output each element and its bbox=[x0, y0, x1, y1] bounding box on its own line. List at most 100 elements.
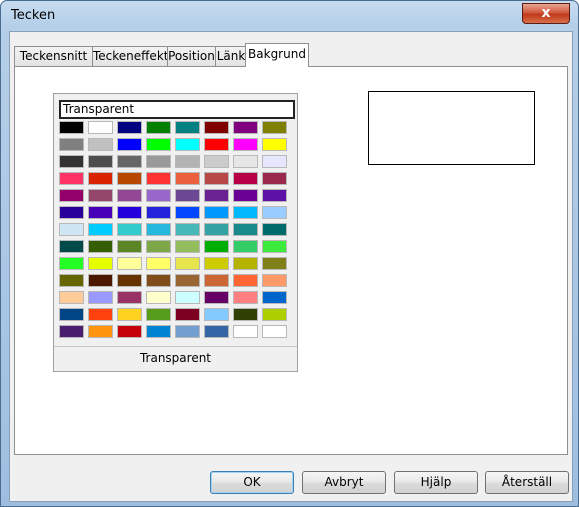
color-swatch[interactable] bbox=[233, 206, 258, 219]
color-swatch[interactable] bbox=[175, 138, 200, 151]
color-swatch[interactable] bbox=[262, 121, 287, 134]
tab-bakgrund[interactable]: Bakgrund bbox=[245, 43, 309, 67]
color-swatch[interactable] bbox=[59, 172, 84, 185]
color-swatch[interactable] bbox=[88, 240, 113, 253]
color-swatch[interactable] bbox=[204, 172, 229, 185]
tab-lank[interactable]: Länk bbox=[215, 46, 247, 66]
color-swatch[interactable] bbox=[262, 308, 287, 321]
reset-button[interactable]: Återställ bbox=[485, 471, 569, 494]
color-swatch[interactable] bbox=[59, 308, 84, 321]
color-swatch[interactable] bbox=[117, 325, 142, 338]
color-swatch[interactable] bbox=[175, 325, 200, 338]
color-swatch[interactable] bbox=[117, 308, 142, 321]
color-swatch[interactable] bbox=[88, 155, 113, 168]
color-swatch[interactable] bbox=[233, 172, 258, 185]
color-swatch[interactable] bbox=[146, 308, 171, 321]
color-swatch[interactable] bbox=[175, 172, 200, 185]
color-swatch[interactable] bbox=[146, 155, 171, 168]
color-swatch[interactable] bbox=[175, 223, 200, 236]
color-swatch[interactable] bbox=[117, 121, 142, 134]
color-swatch[interactable] bbox=[204, 189, 229, 202]
color-swatch[interactable] bbox=[233, 240, 258, 253]
color-swatch[interactable] bbox=[117, 172, 142, 185]
color-swatch[interactable] bbox=[59, 138, 84, 151]
color-swatch[interactable] bbox=[204, 121, 229, 134]
color-swatch[interactable] bbox=[175, 291, 200, 304]
color-swatch[interactable] bbox=[233, 291, 258, 304]
color-swatch[interactable] bbox=[88, 325, 113, 338]
color-swatch[interactable] bbox=[146, 172, 171, 185]
color-swatch[interactable] bbox=[233, 121, 258, 134]
color-swatch[interactable] bbox=[117, 223, 142, 236]
color-swatch[interactable] bbox=[146, 325, 171, 338]
color-swatch[interactable] bbox=[233, 325, 258, 338]
tab-teckensnitt[interactable]: Teckensnitt bbox=[14, 46, 93, 66]
color-swatch[interactable] bbox=[233, 138, 258, 151]
color-swatch[interactable] bbox=[59, 274, 84, 287]
color-swatch[interactable] bbox=[88, 206, 113, 219]
color-swatch[interactable] bbox=[59, 121, 84, 134]
color-swatch[interactable] bbox=[88, 291, 113, 304]
color-swatch[interactable] bbox=[262, 138, 287, 151]
color-swatch[interactable] bbox=[204, 274, 229, 287]
color-swatch[interactable] bbox=[262, 206, 287, 219]
color-swatch[interactable] bbox=[88, 172, 113, 185]
color-swatch[interactable] bbox=[88, 138, 113, 151]
color-swatch[interactable] bbox=[262, 240, 287, 253]
color-swatch[interactable] bbox=[262, 257, 287, 270]
color-swatch[interactable] bbox=[146, 206, 171, 219]
color-swatch[interactable] bbox=[59, 206, 84, 219]
color-swatch[interactable] bbox=[59, 189, 84, 202]
color-swatch[interactable] bbox=[175, 155, 200, 168]
title-bar[interactable]: Tecken x bbox=[1, 1, 578, 31]
color-swatch[interactable] bbox=[59, 223, 84, 236]
color-swatch[interactable] bbox=[88, 223, 113, 236]
ok-button[interactable]: OK bbox=[210, 471, 294, 494]
color-swatch[interactable] bbox=[59, 240, 84, 253]
color-swatch[interactable] bbox=[146, 274, 171, 287]
cancel-button[interactable]: Avbryt bbox=[302, 471, 386, 494]
color-swatch[interactable] bbox=[262, 172, 287, 185]
color-swatch[interactable] bbox=[88, 308, 113, 321]
color-swatch[interactable] bbox=[59, 155, 84, 168]
color-swatch[interactable] bbox=[88, 189, 113, 202]
color-swatch[interactable] bbox=[204, 223, 229, 236]
close-button[interactable]: x bbox=[522, 3, 570, 24]
color-swatch[interactable] bbox=[262, 155, 287, 168]
color-swatch[interactable] bbox=[204, 240, 229, 253]
color-swatch[interactable] bbox=[88, 121, 113, 134]
color-swatch[interactable] bbox=[117, 138, 142, 151]
selected-color-field[interactable]: Transparent bbox=[59, 100, 295, 119]
color-swatch[interactable] bbox=[146, 223, 171, 236]
color-swatch[interactable] bbox=[262, 274, 287, 287]
color-swatch[interactable] bbox=[146, 240, 171, 253]
color-swatch[interactable] bbox=[59, 291, 84, 304]
color-swatch[interactable] bbox=[59, 325, 84, 338]
color-swatch[interactable] bbox=[233, 274, 258, 287]
color-swatch[interactable] bbox=[146, 189, 171, 202]
color-swatch[interactable] bbox=[175, 206, 200, 219]
color-swatch[interactable] bbox=[175, 274, 200, 287]
color-swatch[interactable] bbox=[204, 291, 229, 304]
color-swatch[interactable] bbox=[146, 291, 171, 304]
help-button[interactable]: Hjälp bbox=[394, 471, 478, 494]
color-swatch[interactable] bbox=[117, 189, 142, 202]
color-swatch[interactable] bbox=[233, 257, 258, 270]
color-swatch[interactable] bbox=[117, 274, 142, 287]
color-swatch[interactable] bbox=[146, 257, 171, 270]
color-swatch[interactable] bbox=[262, 189, 287, 202]
color-swatch[interactable] bbox=[204, 325, 229, 338]
tab-teckeneffekt[interactable]: Teckeneffekt bbox=[92, 46, 168, 66]
color-swatch[interactable] bbox=[204, 138, 229, 151]
color-swatch[interactable] bbox=[175, 240, 200, 253]
color-swatch[interactable] bbox=[204, 206, 229, 219]
color-swatch[interactable] bbox=[175, 189, 200, 202]
tab-position[interactable]: Position bbox=[167, 46, 216, 66]
color-swatch[interactable] bbox=[204, 257, 229, 270]
color-swatch[interactable] bbox=[88, 257, 113, 270]
color-swatch[interactable] bbox=[117, 240, 142, 253]
color-swatch[interactable] bbox=[233, 308, 258, 321]
color-swatch[interactable] bbox=[146, 138, 171, 151]
color-swatch[interactable] bbox=[175, 308, 200, 321]
color-swatch[interactable] bbox=[262, 223, 287, 236]
